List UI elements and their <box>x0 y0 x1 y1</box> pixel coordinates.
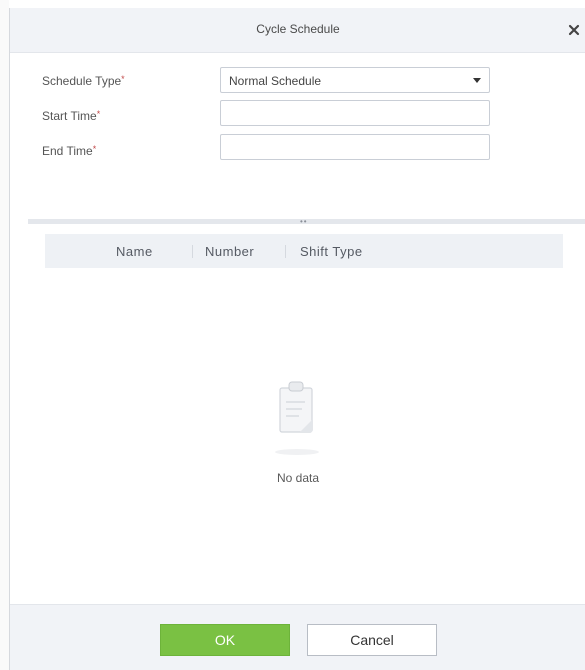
grid-header: Name Number Shift Type <box>45 234 563 268</box>
chevron-down-icon <box>473 78 481 83</box>
dialog-footer: OK Cancel <box>10 604 585 670</box>
schedule-type-value: Normal Schedule <box>229 74 322 88</box>
column-divider <box>285 245 286 258</box>
ok-button[interactable]: OK <box>160 624 290 656</box>
start-time-label-text: Start Time <box>42 109 97 123</box>
column-header-name[interactable]: Name <box>116 244 153 259</box>
dialog-title: Cycle Schedule <box>256 22 340 36</box>
column-header-shift-type[interactable]: Shift Type <box>300 244 363 259</box>
cycle-schedule-dialog: Cycle Schedule Schedule Type* Normal Sch… <box>9 8 585 670</box>
required-mark: * <box>96 109 101 119</box>
cancel-button[interactable]: Cancel <box>307 624 437 656</box>
column-divider <box>192 245 193 258</box>
empty-state-text: No data <box>276 471 320 485</box>
end-time-input[interactable] <box>220 134 490 160</box>
resize-splitter[interactable]: •• <box>28 217 585 226</box>
clipboard-icon <box>275 381 319 455</box>
end-time-label-text: End Time <box>42 144 93 158</box>
close-icon[interactable] <box>568 24 580 36</box>
required-mark: * <box>92 144 97 154</box>
column-header-number[interactable]: Number <box>205 244 254 259</box>
start-time-input[interactable] <box>220 100 490 126</box>
schedule-type-label: Schedule Type* <box>42 74 125 88</box>
drag-handle-icon: •• <box>300 217 308 226</box>
schedule-type-select[interactable]: Normal Schedule <box>220 67 490 93</box>
start-time-label: Start Time* <box>42 109 100 123</box>
required-mark: * <box>121 74 125 84</box>
end-time-label: End Time* <box>42 144 96 158</box>
background-edge <box>0 0 9 670</box>
dialog-titlebar: Cycle Schedule <box>10 8 585 53</box>
schedule-type-label-text: Schedule Type <box>42 74 122 88</box>
